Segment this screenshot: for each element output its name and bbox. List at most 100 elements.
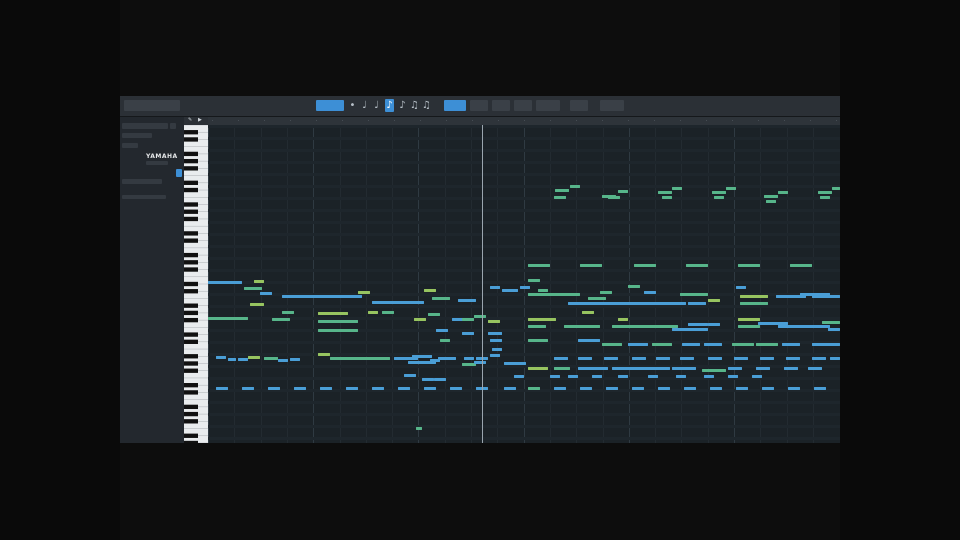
midi-note[interactable]: [602, 343, 622, 346]
inspector-toggle[interactable]: [176, 169, 182, 177]
midi-note[interactable]: [555, 189, 569, 192]
midi-note[interactable]: [382, 311, 394, 314]
midi-note[interactable]: [734, 357, 748, 360]
midi-note[interactable]: [440, 339, 450, 342]
midi-note[interactable]: [618, 318, 628, 321]
midi-note[interactable]: [820, 196, 830, 199]
midi-note[interactable]: [726, 187, 736, 190]
midi-note[interactable]: [408, 361, 436, 364]
midi-note[interactable]: [756, 343, 778, 346]
tool-button-1[interactable]: [570, 100, 588, 111]
black-key[interactable]: [184, 354, 198, 359]
piano-keyboard[interactable]: [184, 124, 208, 443]
midi-note[interactable]: [490, 286, 500, 289]
midi-note[interactable]: [628, 285, 640, 288]
midi-note[interactable]: [708, 357, 722, 360]
half-note-icon[interactable]: ♩: [360, 99, 369, 112]
black-key[interactable]: [184, 332, 198, 337]
inspector-field-5[interactable]: [122, 195, 166, 199]
midi-note[interactable]: [684, 387, 696, 390]
midi-note[interactable]: [216, 387, 228, 390]
midi-note[interactable]: [580, 387, 592, 390]
midi-note[interactable]: [554, 387, 566, 390]
black-key[interactable]: [184, 419, 198, 424]
black-key[interactable]: [184, 260, 198, 265]
midi-note[interactable]: [582, 311, 594, 314]
midi-note[interactable]: [760, 357, 774, 360]
midi-note[interactable]: [318, 353, 330, 356]
eighth-note-icon[interactable]: ♪: [385, 99, 394, 112]
midi-note[interactable]: [632, 387, 644, 390]
midi-note[interactable]: [570, 185, 580, 188]
midi-note[interactable]: [680, 293, 708, 296]
midi-note[interactable]: [368, 311, 378, 314]
midi-note[interactable]: [320, 387, 332, 390]
midi-note[interactable]: [504, 362, 526, 365]
midi-note[interactable]: [790, 264, 812, 267]
midi-note[interactable]: [514, 375, 524, 378]
midi-note[interactable]: [656, 357, 670, 360]
inspector-field-3[interactable]: [122, 143, 138, 148]
midi-note[interactable]: [208, 317, 248, 320]
midi-note[interactable]: [632, 357, 646, 360]
midi-note[interactable]: [658, 387, 670, 390]
midi-note[interactable]: [784, 367, 798, 370]
quantize-button[interactable]: [316, 100, 344, 111]
midi-note[interactable]: [278, 359, 288, 362]
midi-note[interactable]: [290, 358, 300, 361]
black-key[interactable]: [184, 158, 198, 164]
midi-note[interactable]: [578, 367, 608, 370]
black-key[interactable]: [184, 216, 198, 222]
midi-note[interactable]: [822, 321, 840, 324]
midi-note[interactable]: [740, 302, 768, 305]
black-key[interactable]: [184, 411, 198, 417]
midi-note[interactable]: [712, 191, 726, 194]
midi-note[interactable]: [528, 279, 540, 282]
midi-note[interactable]: [268, 387, 280, 390]
thirty-second-note-icon[interactable]: ♫: [410, 99, 419, 112]
midi-note[interactable]: [216, 356, 226, 359]
midi-note[interactable]: [618, 190, 628, 193]
midi-note[interactable]: [808, 367, 822, 370]
midi-note[interactable]: [398, 387, 410, 390]
midi-note[interactable]: [704, 375, 714, 378]
midi-note[interactable]: [756, 367, 770, 370]
black-key[interactable]: [184, 238, 198, 243]
midi-note[interactable]: [294, 387, 306, 390]
black-key[interactable]: [184, 440, 198, 443]
midi-note[interactable]: [728, 375, 738, 378]
midi-note[interactable]: [538, 289, 548, 292]
sixty-fourth-note-icon[interactable]: ♫: [422, 99, 431, 112]
midi-note[interactable]: [738, 264, 760, 267]
midi-note[interactable]: [424, 387, 436, 390]
black-key[interactable]: [184, 151, 198, 157]
midi-note[interactable]: [786, 357, 800, 360]
black-key[interactable]: [184, 166, 198, 171]
midi-note[interactable]: [504, 387, 516, 390]
midi-note[interactable]: [528, 339, 548, 342]
midi-note[interactable]: [414, 318, 426, 321]
inspector-field-2[interactable]: [122, 133, 152, 138]
midi-note[interactable]: [550, 375, 560, 378]
tool-button-2[interactable]: [600, 100, 624, 111]
midi-note[interactable]: [554, 357, 568, 360]
whole-note-icon[interactable]: •: [348, 99, 357, 112]
black-key[interactable]: [184, 310, 198, 316]
midi-note[interactable]: [588, 325, 600, 328]
midi-note[interactable]: [658, 191, 672, 194]
mode-button-active[interactable]: [444, 100, 466, 111]
midi-note[interactable]: [592, 375, 602, 378]
midi-note[interactable]: [490, 339, 502, 342]
inspector-field-4[interactable]: [122, 179, 162, 184]
midi-note[interactable]: [766, 200, 776, 203]
midi-note[interactable]: [330, 357, 390, 360]
black-key[interactable]: [184, 231, 198, 236]
midi-note[interactable]: [272, 318, 290, 321]
midi-note[interactable]: [248, 356, 260, 359]
midi-note[interactable]: [458, 299, 476, 302]
midi-note[interactable]: [580, 264, 602, 267]
midi-note[interactable]: [416, 427, 422, 430]
black-key[interactable]: [184, 317, 198, 323]
black-key[interactable]: [184, 202, 198, 207]
midi-note[interactable]: [464, 357, 474, 360]
